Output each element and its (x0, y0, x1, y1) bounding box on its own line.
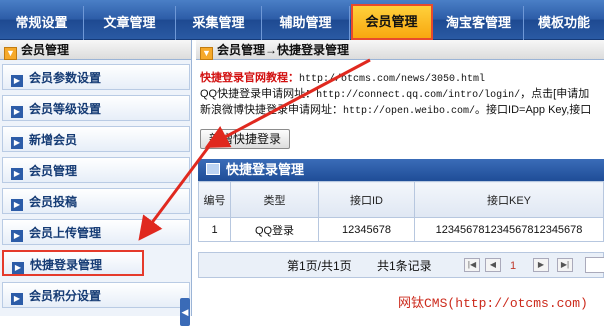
sidebar-item-label: 快捷登录管理 (30, 258, 103, 272)
tab-collection-management[interactable]: 采集管理 (176, 6, 262, 40)
weibo-apply-link[interactable]: http://open.weibo.com/ (343, 106, 475, 117)
down-arrow-icon: ▼ (4, 47, 17, 60)
weibo-apply-label: 新浪微博快捷登录申请网址： (200, 104, 343, 116)
tab-member-management[interactable]: 会员管理 (351, 4, 433, 40)
sidebar-item-label: 会员上传管理 (29, 226, 102, 240)
column-header-id: 编号 (198, 181, 231, 218)
prev-page-icon: ◀ (489, 260, 497, 269)
column-header-api-key: 接口KEY (414, 181, 604, 218)
tutorial-link[interactable]: http://otcms.com/news/3050.html (299, 74, 485, 85)
cell-id: 1 (198, 217, 231, 242)
breadcrumb-text: 会员管理→快捷登录管理 (217, 43, 350, 57)
pagination: 第1页/共1页 共1条记录 |◀ ◀ 1 ▶ ▶| (198, 252, 604, 278)
last-page-button[interactable]: ▶| (557, 258, 573, 272)
tab-article-management[interactable]: 文章管理 (84, 6, 176, 40)
qq-apply-line: QQ快捷登录申请网址：http://connect.qq.com/intro/l… (200, 87, 604, 103)
panel-title: 快捷登录管理 (198, 159, 604, 181)
right-arrow-icon: ▶ (11, 106, 23, 118)
tab-general-settings[interactable]: 常规设置 (0, 6, 84, 40)
panel-title-text: 快捷登录管理 (226, 162, 305, 177)
tab-template-functions[interactable]: 模板功能 (524, 6, 604, 40)
tutorial-line: 快捷登录官网教程：http://otcms.com/news/3050.html (200, 71, 604, 87)
collapse-sidebar-handle[interactable]: ◀ (180, 298, 190, 326)
tab-taobaoke-management[interactable]: 淘宝客管理 (434, 6, 524, 40)
top-navigation: 常规设置 文章管理 采集管理 辅助管理 会员管理 淘宝客管理 模板功能 (0, 0, 604, 40)
right-arrow-icon: ▶ (11, 137, 23, 149)
sidebar-item-member-uploads[interactable]: ▶ 会员上传管理 (2, 219, 190, 245)
prev-page-button[interactable]: ◀ (485, 258, 501, 272)
sidebar-item-label: 会员等级设置 (29, 102, 102, 116)
next-page-button[interactable]: ▶ (533, 258, 549, 272)
sidebar-header: ▼ 会员管理 (0, 40, 191, 60)
column-header-api-id: 接口ID (318, 181, 415, 218)
add-quick-login-button[interactable]: 新增快捷登录 (200, 129, 290, 149)
tutorial-label: 快捷登录官网教程： (200, 72, 299, 84)
first-page-icon: |◀ (467, 260, 477, 269)
table-header-row: 编号 类型 接口ID 接口KEY (198, 181, 604, 218)
breadcrumb: ▼ 会员管理→快捷登录管理 (196, 40, 604, 60)
down-arrow-icon: ▼ (200, 47, 213, 60)
sidebar-item-member-points[interactable]: ▶ 会员积分设置 (2, 282, 190, 308)
right-arrow-icon: ▶ (11, 199, 23, 211)
sidebar-item-add-member[interactable]: ▶ 新增会员 (2, 126, 190, 152)
qq-apply-link[interactable]: http://connect.qq.com/intro/login/ (316, 90, 520, 101)
right-arrow-icon: ▶ (11, 293, 23, 305)
weibo-apply-tail: 。接口ID=App Key,接口 (475, 104, 592, 116)
qq-apply-tail: ，点击[申请加 (520, 88, 590, 100)
weibo-apply-line: 新浪微博快捷登录申请网址：http://open.weibo.com/。接口ID… (200, 103, 604, 119)
table-icon (206, 163, 220, 175)
sidebar-item-label: 会员投稿 (29, 195, 78, 209)
watermark: 网钛CMS(http://otcms.com) (398, 296, 588, 311)
right-arrow-icon: ▶ (11, 75, 23, 87)
right-arrow-icon: ▶ (11, 168, 23, 180)
sidebar-item-member-management[interactable]: ▶ 会员管理 (2, 157, 190, 183)
first-page-button[interactable]: |◀ (464, 258, 480, 272)
sidebar-item-member-levels[interactable]: ▶ 会员等级设置 (2, 95, 190, 121)
page-info: 第1页/共1页 (287, 259, 352, 273)
right-arrow-icon: ▶ (11, 230, 23, 242)
sidebar-title: 会员管理 (21, 43, 70, 57)
current-page-number[interactable]: 1 (510, 253, 516, 279)
sidebar-item-label: 会员积分设置 (29, 289, 102, 303)
right-arrow-icon: ▶ (12, 262, 24, 274)
info-block: 快捷登录官网教程：http://otcms.com/news/3050.html… (200, 71, 604, 119)
qq-apply-label: QQ快捷登录申请网址： (200, 88, 317, 100)
sidebar-item-label: 新增会员 (29, 133, 78, 147)
page-jump-input[interactable] (585, 257, 604, 273)
sidebar-item-quick-login[interactable]: ▶ 快捷登录管理 (2, 250, 144, 276)
sidebar-item-label: 会员管理 (29, 164, 78, 178)
sidebar: ▼ 会员管理 ▶ 会员参数设置 ▶ 会员等级设置 ▶ 新增会员 ▶ 会员管理 ▶ 会员投稿 … (0, 40, 192, 326)
quick-login-table: 编号 类型 接口ID 接口KEY 1 QQ登录 12345678 1234567… (198, 181, 604, 242)
sidebar-item-member-submissions[interactable]: ▶ 会员投稿 (2, 188, 190, 214)
table-row[interactable]: 1 QQ登录 12345678 123456781234567812345678 (198, 217, 604, 242)
cell-api-id: 12345678 (318, 217, 415, 242)
column-header-type: 类型 (230, 181, 319, 218)
cell-type: QQ登录 (230, 217, 319, 242)
sidebar-item-member-params[interactable]: ▶ 会员参数设置 (2, 64, 190, 90)
sidebar-item-label: 会员参数设置 (29, 71, 102, 85)
cell-api-key: 123456781234567812345678 (414, 217, 604, 242)
last-page-icon: ▶| (560, 260, 570, 269)
tab-auxiliary-management[interactable]: 辅助管理 (262, 6, 350, 40)
record-info: 共1条记录 (377, 259, 432, 273)
next-page-icon: ▶ (537, 260, 545, 269)
